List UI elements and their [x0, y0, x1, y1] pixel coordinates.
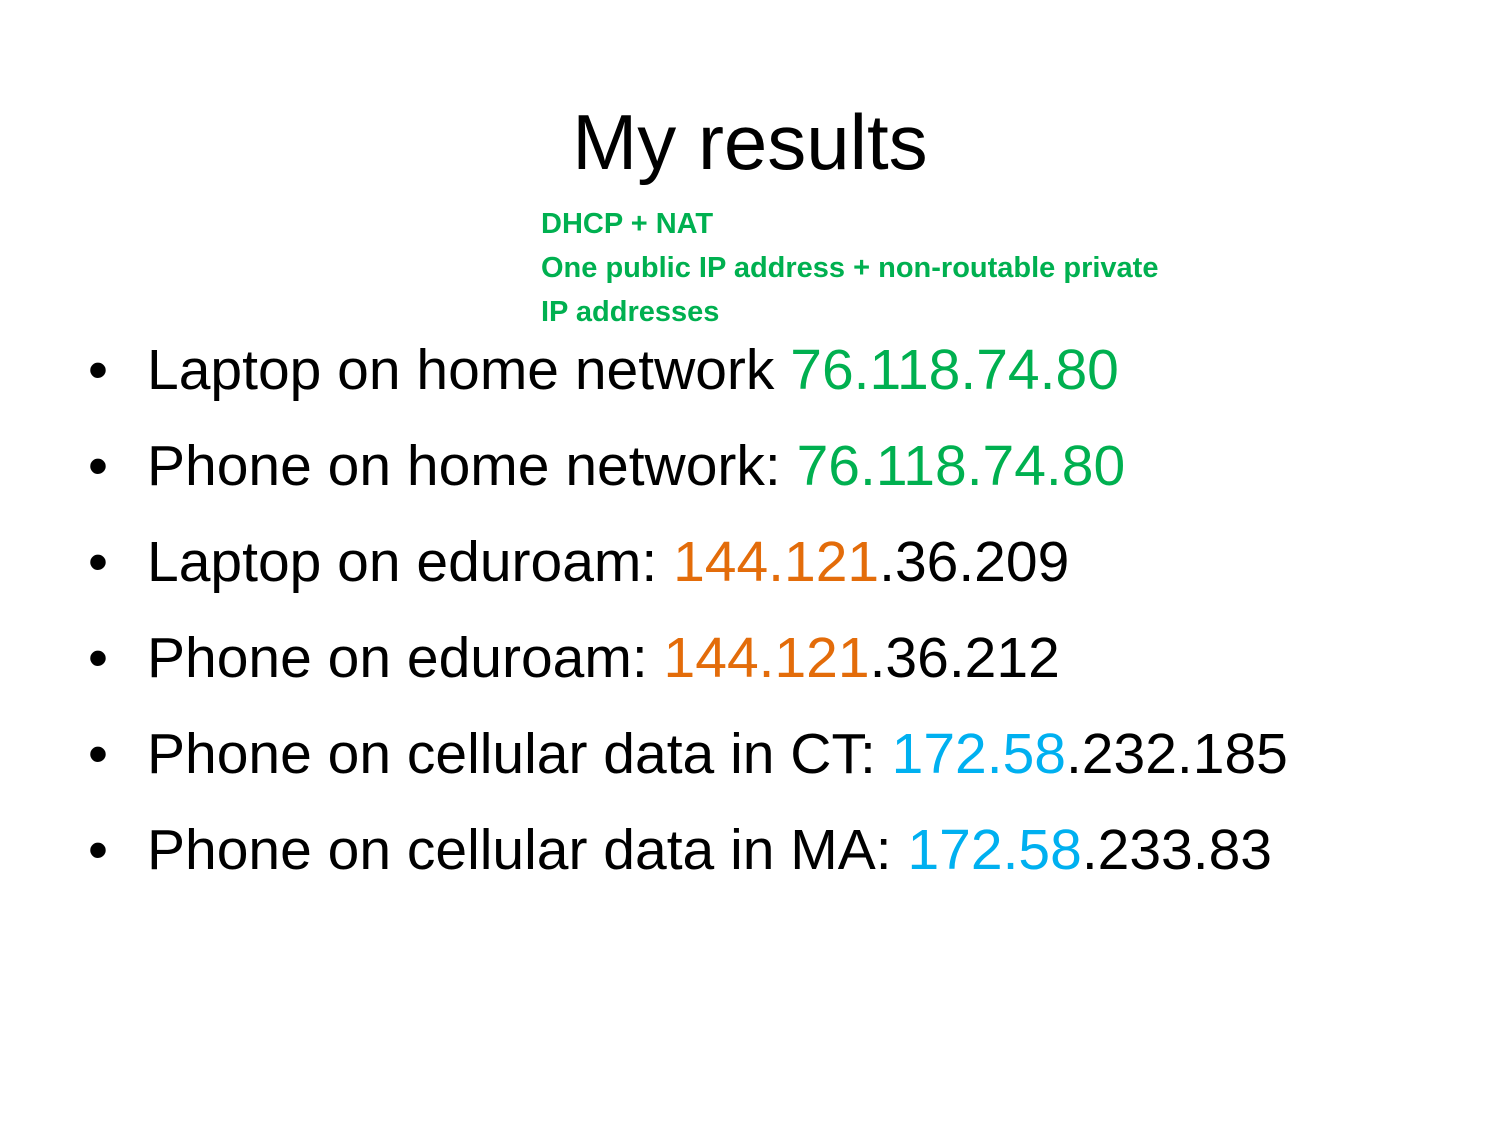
bullet-item: • Phone on cellular data in CT: 172.58.2… [88, 706, 1488, 802]
bullet-text: Laptop on home network 76.118.74.80 [147, 322, 1119, 418]
bullet-text: Phone on cellular data in MA: 172.58.233… [147, 802, 1272, 898]
bullet-icon: • [88, 626, 108, 690]
slide: My results DHCP + NAT One public IP addr… [0, 0, 1500, 1125]
bullet-item: • Laptop on home network 76.118.74.80 [88, 322, 1488, 418]
ip-prefix: 76.118.74.80 [790, 338, 1119, 402]
bullet-item: • Phone on home network: 76.118.74.80 [88, 418, 1488, 514]
ip-prefix: 144.121 [673, 530, 880, 594]
ip-suffix: .36.209 [879, 530, 1070, 594]
bullet-label: Phone on cellular data in MA: [147, 818, 908, 882]
bullet-label: Phone on home network: [147, 434, 797, 498]
ip-prefix: 172.58 [891, 722, 1066, 786]
slide-title: My results [572, 98, 928, 186]
note-line: DHCP + NAT [541, 208, 714, 240]
bullet-text: Phone on home network: 76.118.74.80 [147, 418, 1125, 514]
ip-suffix: .36.212 [869, 626, 1060, 690]
ip-prefix: 144.121 [663, 626, 870, 690]
bullet-icon: • [88, 818, 108, 882]
bullet-label: Phone on eduroam: [147, 626, 664, 690]
bullet-label: Laptop on home network [147, 338, 791, 402]
bullet-text: Phone on cellular data in CT: 172.58.232… [147, 706, 1288, 802]
ip-suffix: .232.185 [1065, 722, 1288, 786]
bullet-icon: • [88, 338, 108, 402]
bullet-icon: • [88, 530, 108, 594]
bullet-label: Phone on cellular data in CT: [147, 722, 892, 786]
bullet-label: Laptop on eduroam: [147, 530, 674, 594]
bullet-icon: • [88, 434, 108, 498]
bullet-item: • Phone on eduroam: 144.121.36.212 [88, 610, 1488, 706]
bullet-item: • Phone on cellular data in MA: 172.58.2… [88, 802, 1488, 898]
bullet-text: Phone on eduroam: 144.121.36.212 [147, 610, 1060, 706]
bullet-list: • Laptop on home network 76.118.74.80 • … [88, 322, 1488, 898]
note-line: One public IP address + non-routable pri… [541, 252, 1159, 284]
annotation-note: DHCP + NAT One public IP address + non-r… [541, 202, 1261, 334]
ip-prefix: 76.118.74.80 [796, 434, 1126, 498]
bullet-icon: • [88, 722, 108, 786]
ip-suffix: .233.83 [1081, 818, 1272, 882]
bullet-item: • Laptop on eduroam: 144.121.36.209 [88, 514, 1488, 610]
ip-prefix: 172.58 [907, 818, 1082, 882]
bullet-text: Laptop on eduroam: 144.121.36.209 [147, 514, 1069, 610]
